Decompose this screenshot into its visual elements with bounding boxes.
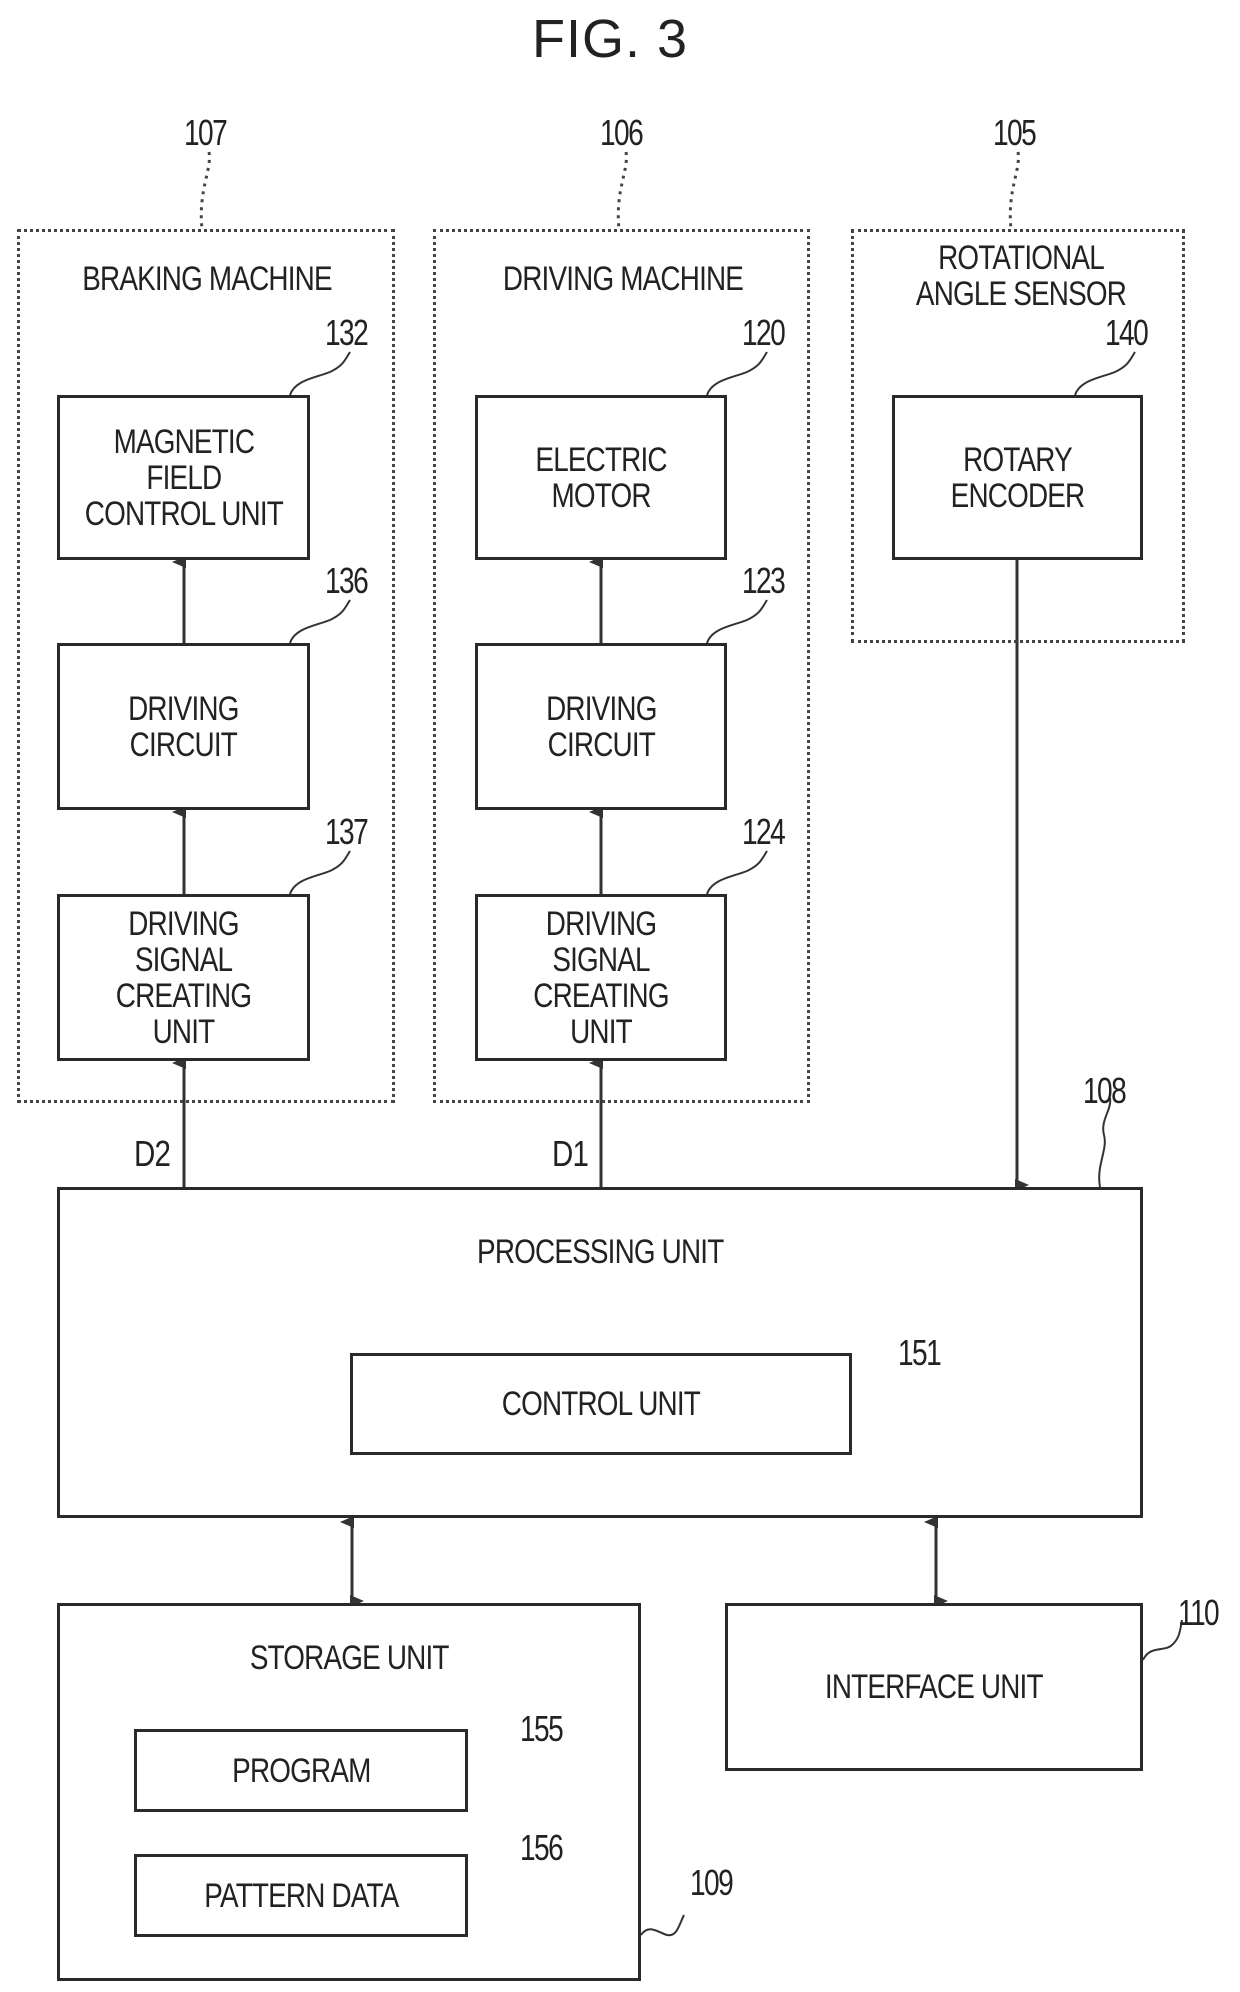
ref-136: 136 bbox=[325, 560, 369, 601]
driving-signal-creating-unit-brake-label: DRIVING SIGNAL CREATING UNIT bbox=[115, 904, 252, 1051]
storage-unit-label: STORAGE UNIT bbox=[249, 1639, 450, 1677]
ref-109: 109 bbox=[690, 1862, 734, 1903]
control-unit-label: CONTROL UNIT bbox=[501, 1385, 701, 1423]
pattern-data-block: PATTERN DATA bbox=[134, 1854, 468, 1937]
signal-d2-label: D2 bbox=[133, 1133, 171, 1174]
ref-137: 137 bbox=[325, 811, 369, 852]
driving-circuit-brake-label: DRIVING CIRCUIT bbox=[128, 689, 239, 764]
driving-circuit-drive-label: DRIVING CIRCUIT bbox=[545, 689, 657, 764]
braking-machine-label: BRAKING MACHINE bbox=[82, 260, 332, 298]
driving-circuit-brake: DRIVING CIRCUIT bbox=[57, 643, 310, 810]
ref-120: 120 bbox=[742, 312, 786, 353]
control-unit: CONTROL UNIT bbox=[350, 1353, 852, 1455]
ref-107: 107 bbox=[184, 112, 228, 153]
leader-106 bbox=[616, 151, 628, 230]
signal-d1-label: D1 bbox=[551, 1133, 589, 1174]
interface-unit: INTERFACE UNIT bbox=[725, 1603, 1143, 1771]
rotational-angle-sensor-label: ROTATIONAL ANGLE SENSOR bbox=[915, 239, 1127, 313]
ref-105: 105 bbox=[993, 112, 1037, 153]
leader-109 bbox=[640, 1914, 685, 1937]
ref-108: 108 bbox=[1083, 1070, 1127, 1111]
magnetic-field-control-unit-label: MAGNETIC FIELD CONTROL UNIT bbox=[84, 422, 283, 533]
pattern-data-label: PATTERN DATA bbox=[203, 1876, 399, 1915]
program-block: PROGRAM bbox=[134, 1729, 468, 1812]
rotary-encoder: ROTARY ENCODER bbox=[892, 395, 1143, 560]
ref-123: 123 bbox=[742, 560, 786, 601]
ref-124: 124 bbox=[742, 811, 786, 852]
ref-156: 156 bbox=[520, 1827, 564, 1868]
electric-motor: ELECTRIC MOTOR bbox=[475, 395, 727, 560]
interface-unit-label: INTERFACE UNIT bbox=[825, 1668, 1044, 1706]
ref-151: 151 bbox=[898, 1332, 942, 1373]
ref-140: 140 bbox=[1105, 312, 1149, 353]
figure-title: FIG. 3 bbox=[531, 9, 689, 69]
driving-signal-creating-unit-drive-label: DRIVING SIGNAL CREATING UNIT bbox=[533, 904, 669, 1051]
rotary-encoder-label: ROTARY ENCODER bbox=[950, 440, 1086, 515]
leader-105 bbox=[1008, 151, 1020, 230]
program-label: PROGRAM bbox=[231, 1751, 371, 1790]
driving-signal-creating-unit-brake: DRIVING SIGNAL CREATING UNIT bbox=[57, 894, 310, 1061]
leader-107 bbox=[199, 151, 211, 230]
ref-110: 110 bbox=[1178, 1592, 1220, 1633]
ref-155: 155 bbox=[520, 1708, 564, 1749]
electric-motor-label: ELECTRIC MOTOR bbox=[535, 440, 667, 515]
ref-132: 132 bbox=[325, 312, 369, 353]
leader-110 bbox=[1142, 1619, 1183, 1661]
driving-machine-label: DRIVING MACHINE bbox=[502, 260, 744, 298]
ref-106: 106 bbox=[600, 112, 644, 153]
processing-unit-label: PROCESSING UNIT bbox=[476, 1233, 724, 1271]
driving-circuit-drive: DRIVING CIRCUIT bbox=[475, 643, 727, 810]
magnetic-field-control-unit: MAGNETIC FIELD CONTROL UNIT bbox=[57, 395, 310, 560]
driving-signal-creating-unit-drive: DRIVING SIGNAL CREATING UNIT bbox=[475, 894, 727, 1061]
